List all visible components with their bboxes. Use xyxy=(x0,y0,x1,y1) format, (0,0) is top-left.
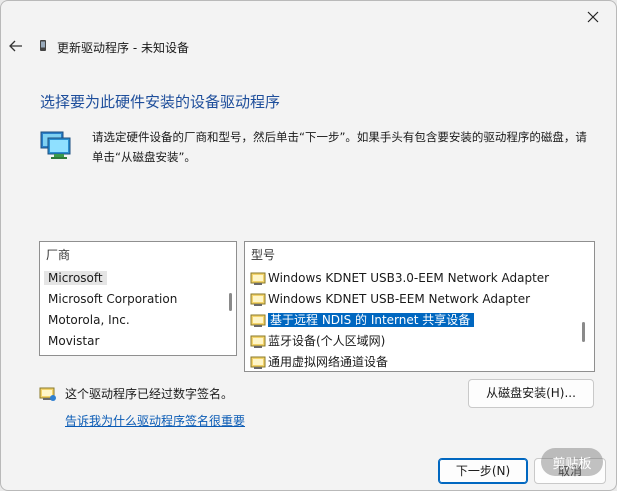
list-item[interactable]: 蓝牙设备(个人区域网) xyxy=(250,331,385,351)
watermark-label: 剪贴板 xyxy=(552,456,592,472)
list-item-label: Motorola, Inc. xyxy=(48,313,130,327)
close-icon xyxy=(587,11,599,23)
driver-icon xyxy=(250,272,266,285)
driver-icon xyxy=(250,335,266,348)
signature-status: 这个驱动程序已经过数字签名。 xyxy=(65,387,234,401)
close-button[interactable] xyxy=(578,5,608,29)
list-item-label: Microsoft xyxy=(44,271,107,285)
list-item[interactable]: Windows KDNET USB-EEM Network Adapter xyxy=(250,289,530,309)
list-item-label: 蓝牙设备(个人区域网) xyxy=(268,334,386,348)
list-item-label: Microsoft Corporation xyxy=(48,292,178,306)
title-bar: 更新驱动程序 - 未知设备 xyxy=(1,29,616,65)
vertical-scrollbar[interactable] xyxy=(229,293,232,311)
list-item-label: 基于远程 NDIS 的 Internet 共享设备 xyxy=(268,313,475,327)
list-item-label: Windows KDNET USB3.0-EEM Network Adapter xyxy=(268,271,550,285)
list-item-label: 通用虚拟网络通道设备 xyxy=(268,355,389,369)
list-item[interactable]: Windows KDNET USB3.0-EEM Network Adapter xyxy=(250,268,549,288)
watermark-badge: 剪贴板 xyxy=(541,448,603,476)
list-item-label: Movistar xyxy=(48,334,100,348)
back-button[interactable] xyxy=(7,37,25,55)
list-item[interactable]: Microsoft xyxy=(44,268,107,288)
window-title: 更新驱动程序 - 未知设备 xyxy=(57,41,189,55)
vertical-scrollbar[interactable] xyxy=(582,322,585,342)
list-item-label: Windows KDNET USB-EEM Network Adapter xyxy=(268,292,531,306)
model-list-header: 型号 xyxy=(251,248,276,262)
manufacturer-list[interactable]: 厂商 Microsoft Microsoft Corporation Motor… xyxy=(39,241,237,356)
driver-signing-link[interactable]: 告诉我为什么驱动程序签名很重要 xyxy=(65,412,245,429)
list-item[interactable]: Microsoft Corporation xyxy=(48,289,177,309)
list-item[interactable]: Movistar xyxy=(48,331,99,351)
list-item[interactable]: Motorola, Inc. xyxy=(48,310,130,330)
manufacturer-list-header: 厂商 xyxy=(46,248,71,262)
instructions-text: 请选定硬件设备的厂商和型号，然后单击“下一步”。如果手头有包含要安装的驱动程序的… xyxy=(92,130,587,164)
model-list[interactable]: 型号 Windows KDNET USB3.0-EEM Network Adap… xyxy=(244,241,595,372)
driver-icon xyxy=(250,293,266,306)
have-disk-button[interactable]: 从磁盘安装(H)... xyxy=(468,379,594,408)
network-computer-icon xyxy=(40,131,71,159)
list-item[interactable]: 通用虚拟网络通道设备 xyxy=(250,352,389,371)
back-arrow-icon xyxy=(9,40,22,52)
signed-driver-icon xyxy=(39,387,56,401)
driver-icon xyxy=(250,356,266,369)
dialog-window: 更新驱动程序 - 未知设备 选择要为此硬件安装的设备驱动程序 请选定硬件设备的厂… xyxy=(0,0,617,491)
driver-icon xyxy=(250,314,266,327)
next-button[interactable]: 下一步(N) xyxy=(438,458,528,484)
list-item[interactable]: 基于远程 NDIS 的 Internet 共享设备 xyxy=(250,310,475,330)
device-icon xyxy=(40,40,46,51)
page-heading: 选择要为此硬件安装的设备驱动程序 xyxy=(40,93,281,111)
